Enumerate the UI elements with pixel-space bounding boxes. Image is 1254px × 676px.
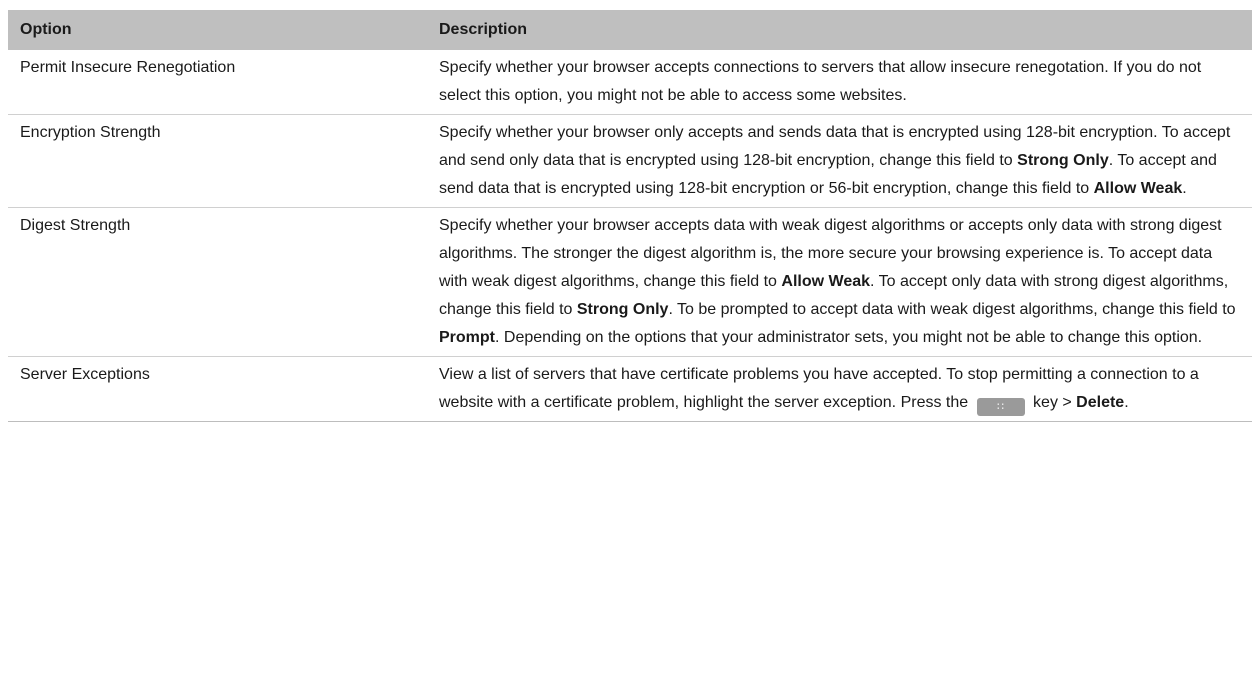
setting-value: Strong Only: [576, 301, 669, 318]
column-header-option: Option: [8, 10, 428, 50]
option-description: Specify whether your browser accepts dat…: [428, 208, 1252, 357]
option-name: Permit Insecure Renegotiation: [20, 59, 236, 76]
option-description: Specify whether your browser only accept…: [428, 115, 1252, 208]
description-text: . Depending on the options that your adm…: [495, 329, 1203, 346]
options-table: Option Description Permit Insecure Reneg…: [8, 10, 1252, 422]
setting-value: Strong Only: [1017, 152, 1109, 169]
setting-value: Prompt: [439, 329, 495, 346]
option-name: Digest Strength: [20, 217, 131, 234]
option-name: Encryption Strength: [20, 124, 161, 141]
table-row: Permit Insecure Renegotiation Specify wh…: [8, 50, 1252, 115]
table-row: Digest Strength Specify whether your bro…: [8, 208, 1252, 357]
table-row: Server Exceptions View a list of servers…: [8, 357, 1252, 422]
setting-value: Allow Weak: [781, 273, 871, 290]
blackberry-menu-key-icon: ∷: [976, 398, 1025, 416]
description-text: . To be prompted to accept data with wea…: [668, 301, 1236, 318]
setting-value: Allow Weak: [1093, 180, 1183, 197]
setting-value: Delete: [1076, 394, 1125, 411]
column-header-description: Description: [428, 10, 1252, 50]
description-text: .: [1124, 394, 1129, 411]
option-name: Server Exceptions: [20, 366, 150, 383]
option-description: View a list of servers that have certifi…: [428, 357, 1252, 422]
description-text: key >: [1028, 394, 1077, 411]
table-row: Encryption Strength Specify whether your…: [8, 115, 1252, 208]
option-description: Specify whether your browser accepts con…: [439, 59, 1202, 104]
table-header-row: Option Description: [8, 10, 1252, 50]
description-text: .: [1182, 180, 1187, 197]
